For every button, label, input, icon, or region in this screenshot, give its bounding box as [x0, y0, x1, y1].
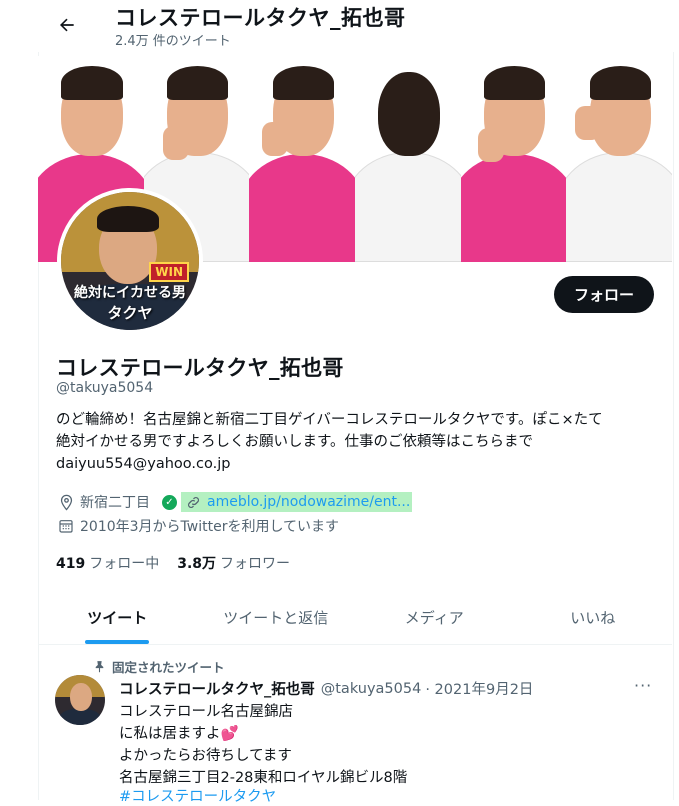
- header-tweet-count: 2.4万 件のツイート: [115, 34, 231, 49]
- following-count: 419: [56, 556, 86, 572]
- profile-bio: のど輪締め！名古屋錦と新宿二丁目ゲイバーコレステロールタクヤです。ぽこ×たて 絶…: [56, 412, 603, 472]
- tweet-date[interactable]: · 2021年9月2日: [425, 678, 533, 699]
- avatar-caption: 絶対にイカせる男: [74, 285, 186, 301]
- tab-tweets[interactable]: ツイート: [38, 590, 197, 644]
- profile-joined-row: 2010年3月からTwitterを利用しています: [56, 516, 339, 536]
- followers-count: 3.8万: [177, 556, 217, 572]
- back-arrow-icon[interactable]: [54, 12, 80, 38]
- pinned-indicator: 固定されたツイート: [90, 656, 225, 676]
- pinned-label: 固定されたツイート: [112, 659, 225, 675]
- followers-label: フォロワー: [220, 556, 291, 572]
- follow-stats: 419 フォロー中 3.8万 フォロワー: [56, 553, 290, 573]
- tweet-author-avatar[interactable]: [55, 675, 105, 725]
- verified-check-icon: ✓: [162, 494, 177, 510]
- follow-button[interactable]: フォロー: [554, 276, 654, 313]
- header-title: コレステロールタクヤ_拓也哥: [115, 6, 406, 30]
- profile-handle: @takuya5054: [56, 380, 154, 396]
- link-icon: [183, 492, 203, 512]
- profile-location: 新宿二丁目: [80, 495, 150, 511]
- banner-photo-3: [249, 56, 356, 262]
- following-label: フォロー中: [89, 556, 160, 572]
- tab-likes[interactable]: いいね: [514, 590, 673, 644]
- pin-icon: [90, 656, 108, 676]
- profile-meta-row: 新宿二丁目 ✓ ameblo.jp/nodowazime/ent...: [56, 492, 413, 512]
- followers-link[interactable]: 3.8万 フォロワー: [177, 553, 290, 573]
- profile-name: コレステロールタクヤ_拓也哥: [56, 356, 344, 380]
- profile-website-link[interactable]: ameblo.jp/nodowazime/ent...: [181, 492, 413, 512]
- following-link[interactable]: 419 フォロー中: [56, 553, 159, 573]
- banner-photo-5: [460, 56, 567, 262]
- tab-media[interactable]: メディア: [355, 590, 514, 644]
- tweet-text: コレステロール名古屋錦店 に私は居ますよ💕 よかったらお待ちしてます 名古屋錦三…: [119, 704, 408, 786]
- profile-website-text[interactable]: ameblo.jp/nodowazime/ent...: [207, 494, 410, 510]
- tweet-hashtag[interactable]: #コレステロールタクヤ: [119, 785, 276, 806]
- profile-joined-date: 2010年3月からTwitterを利用しています: [80, 519, 340, 535]
- profile-tabs: ツイート ツイートと返信 メディア いいね: [38, 590, 672, 645]
- profile-avatar[interactable]: WIN 絶対にイカせる男 タクヤ: [57, 188, 203, 334]
- avatar-caption-name: タクヤ: [107, 304, 153, 322]
- tweet-author-name[interactable]: コレステロールタクヤ_拓也哥: [119, 678, 315, 699]
- tweet-author-handle[interactable]: @takuya5054: [321, 681, 422, 697]
- calendar-icon: [56, 516, 76, 536]
- top-bar: コレステロールタクヤ_拓也哥 2.4万 件のツイート: [0, 0, 679, 52]
- banner-photo-4: [355, 56, 461, 262]
- avatar-badge: WIN: [149, 262, 189, 282]
- banner-photo-6: [566, 56, 672, 262]
- more-options-icon[interactable]: ···: [634, 676, 652, 695]
- tab-tweets-and-replies[interactable]: ツイートと返信: [197, 590, 356, 644]
- tweet-header: コレステロールタクヤ_拓也哥 @takuya5054 · 2021年9月2日: [119, 678, 533, 699]
- location-pin-icon: [56, 492, 76, 512]
